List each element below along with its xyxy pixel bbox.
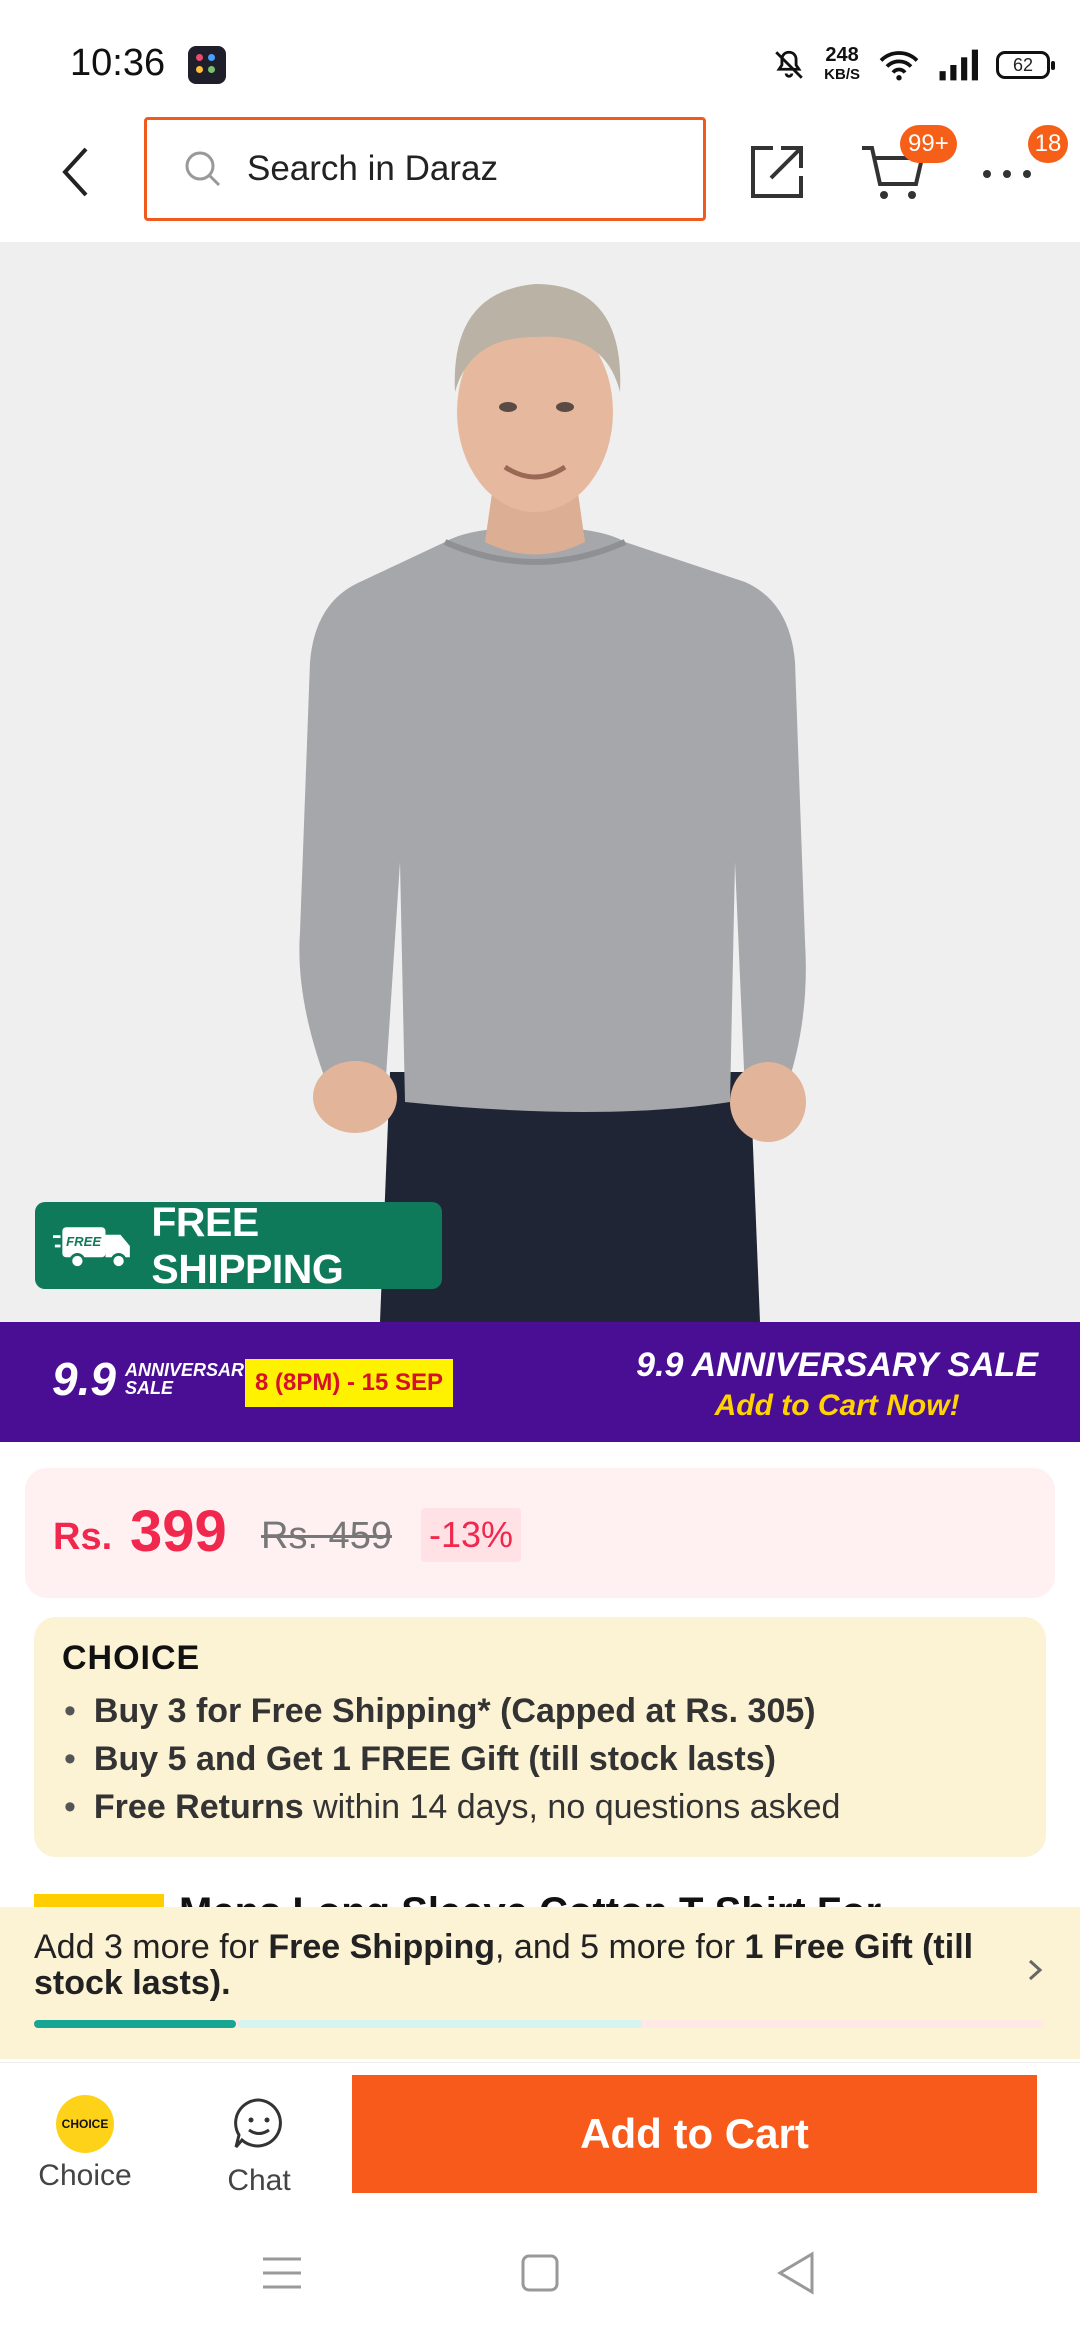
chat-button[interactable]: Chat bbox=[194, 2095, 324, 2198]
product-photo bbox=[299, 284, 806, 1322]
choice-benefits-card[interactable]: CHOICE Buy 3 for Free Shipping* (Capped … bbox=[34, 1617, 1046, 1857]
cart-count-badge: 99+ bbox=[900, 125, 957, 163]
free-shipping-progress[interactable]: Add 3 more for Free Shipping, and 5 more… bbox=[0, 1907, 1080, 2059]
choice-label: Choice bbox=[38, 2159, 132, 2192]
search-input[interactable]: Search in Daraz bbox=[144, 117, 706, 221]
price-currency: Rs. bbox=[53, 1516, 113, 1558]
choice-logo: CHOICE bbox=[62, 1639, 201, 1677]
signal-icon bbox=[939, 49, 978, 81]
system-nav-bar bbox=[0, 2202, 1080, 2340]
price-current: 399 bbox=[130, 1499, 227, 1564]
choice-coin-icon: CHOICE bbox=[56, 2095, 114, 2153]
more-icon bbox=[983, 170, 1031, 178]
more-button[interactable]: 18 bbox=[972, 125, 1068, 207]
free-shipping-badge: FREE FREE SHIPPING bbox=[35, 1199, 442, 1292]
chat-label: Chat bbox=[227, 2164, 291, 2197]
price-card: Rs. 399 Rs. 459 -13% bbox=[25, 1468, 1055, 1598]
sale-date-range: 8 (8PM) - 15 SEP bbox=[245, 1359, 454, 1407]
back-triangle-icon bbox=[777, 2251, 814, 2295]
delivery-truck-icon: FREE bbox=[53, 1226, 130, 1269]
free-shipping-text: FREE SHIPPING bbox=[151, 1198, 344, 1292]
discount-badge: -13% bbox=[421, 1508, 522, 1562]
menu-button[interactable] bbox=[252, 2248, 312, 2298]
product-image[interactable]: FREE FREE SHIPPING bbox=[0, 242, 1080, 1322]
sale-title: 9.9 ANNIVERSARY SALE bbox=[636, 1346, 1038, 1384]
wifi-icon bbox=[879, 51, 919, 81]
home-button[interactable] bbox=[510, 2248, 570, 2298]
sale-title-block: 9.9 ANNIVERSARY SALE Add to Cart Now! bbox=[636, 1346, 1038, 1423]
back-button[interactable] bbox=[50, 142, 100, 202]
choice-benefits-list: Buy 3 for Free Shipping* (Capped at Rs. … bbox=[64, 1687, 841, 1831]
progress-fill bbox=[34, 2020, 236, 2028]
truck-free-text: FREE bbox=[66, 1234, 102, 1249]
benefit-item: Buy 5 and Get 1 FREE Gift (till stock la… bbox=[64, 1735, 840, 1783]
bottom-action-bar: CHOICE Choice Chat Add to Cart bbox=[0, 2062, 1080, 2202]
notification-badge: 18 bbox=[1028, 125, 1068, 163]
progress-message: Add 3 more for Free Shipping, and 5 more… bbox=[34, 1928, 974, 2002]
battery-icon: 62 bbox=[996, 51, 1055, 79]
chevron-right-icon bbox=[1028, 1959, 1043, 1981]
progress-track bbox=[34, 2020, 1044, 2028]
share-button[interactable] bbox=[742, 137, 812, 207]
choice-nav-button[interactable]: CHOICE Choice bbox=[20, 2095, 150, 2193]
share-icon bbox=[751, 146, 803, 198]
app-icon bbox=[188, 46, 226, 84]
status-bar: 10:36 248 KB/S 62 bbox=[0, 0, 1080, 120]
menu-icon bbox=[263, 2257, 301, 2289]
sale-subtitle: Add to Cart Now! bbox=[714, 1389, 960, 1422]
add-to-cart-button[interactable]: Add to Cart bbox=[352, 2075, 1037, 2193]
back-icon bbox=[62, 147, 88, 197]
price-original: Rs. 459 bbox=[261, 1515, 392, 1557]
sale-logo-text: ANNIVERSARY SALE bbox=[125, 1360, 256, 1398]
sale-logo-number: 9.9 bbox=[52, 1353, 116, 1405]
benefit-item: Free Returns within 14 days, no question… bbox=[64, 1783, 841, 1831]
benefit-item: Buy 3 for Free Shipping* (Capped at Rs. … bbox=[64, 1687, 840, 1735]
mute-bell-icon bbox=[775, 50, 803, 79]
cart-button[interactable]: 99+ bbox=[858, 125, 957, 207]
status-time: 10:36 bbox=[70, 42, 166, 84]
back-nav-button[interactable] bbox=[766, 2248, 826, 2298]
chat-icon bbox=[234, 2098, 282, 2148]
sale-banner[interactable]: 9.9 ANNIVERSARY SALE 8 (8PM) - 15 SEP 9.… bbox=[0, 1322, 1080, 1442]
search-placeholder: Search in Daraz bbox=[247, 149, 498, 188]
net-speed: 248 KB/S bbox=[824, 44, 860, 83]
top-app-bar: Search in Daraz 99+ 18 bbox=[0, 112, 1080, 242]
search-icon bbox=[185, 151, 221, 187]
home-icon bbox=[521, 2254, 559, 2292]
progress-segment bbox=[238, 2020, 642, 2028]
